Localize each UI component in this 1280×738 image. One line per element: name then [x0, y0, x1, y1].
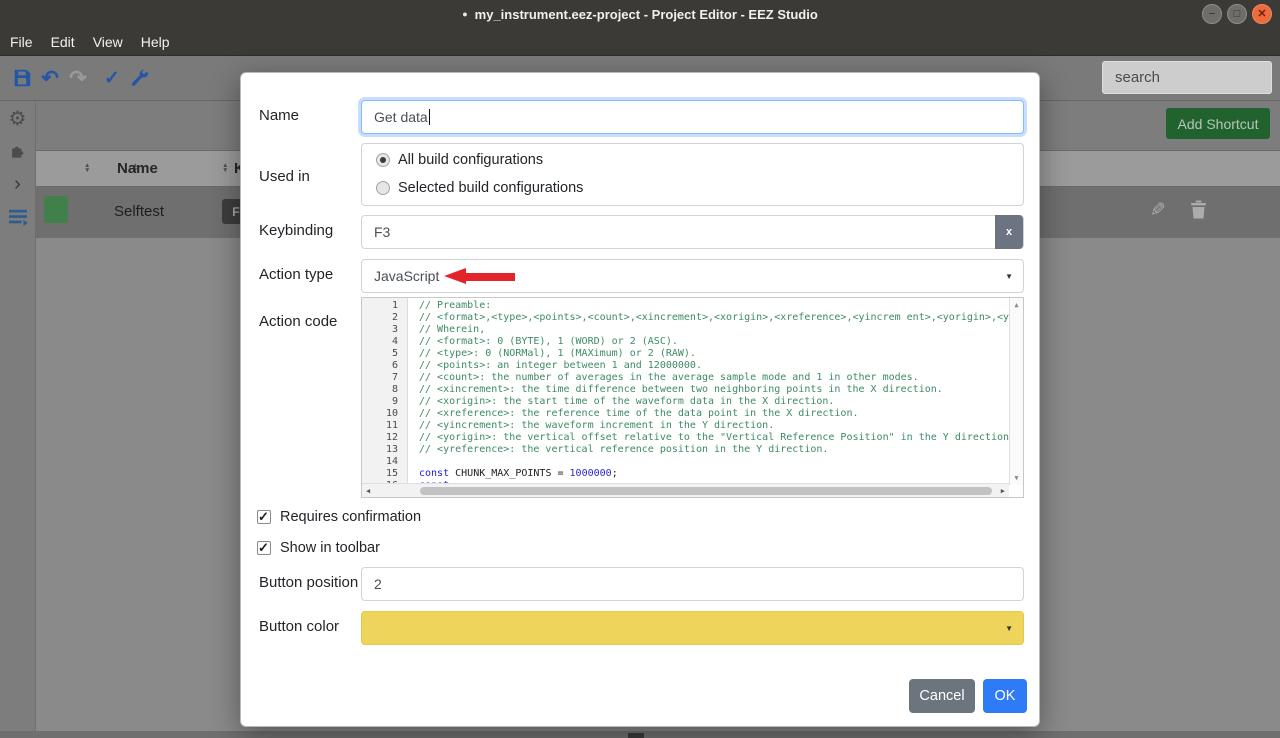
text-cursor [428, 109, 430, 125]
scrollbar-thumb[interactable] [420, 487, 992, 495]
action-code-editor[interactable]: 1234567891011121314151617 // Preamble://… [361, 297, 1024, 498]
left-sidebar: ⚙ › [0, 101, 36, 731]
unsaved-indicator-dot: ● [462, 9, 468, 19]
maximize-button[interactable]: □ [1227, 4, 1247, 24]
checkbox-icon[interactable]: ✓ [257, 509, 271, 524]
clear-keybinding-button[interactable]: x [995, 215, 1023, 249]
radio-label: Selected build configurations [398, 180, 584, 196]
button-position-input[interactable]: 2 [361, 567, 1024, 601]
sort-icon[interactable]: ▲ ▼ [84, 162, 90, 174]
chevron-right-icon[interactable]: › [7, 173, 29, 195]
scroll-up-icon[interactable]: ▲ [1010, 301, 1023, 309]
checkbox-label: Show in toolbar [280, 540, 380, 556]
add-shortcut-button[interactable]: Add Shortcut [1166, 108, 1270, 139]
menu-help[interactable]: Help [141, 34, 170, 50]
scroll-down-icon[interactable]: ▼ [1010, 474, 1023, 482]
search-input[interactable] [1102, 61, 1272, 94]
shortcut-name: Selftest [114, 203, 165, 220]
save-icon[interactable] [8, 64, 36, 92]
action-type-value: JavaScript [374, 268, 440, 284]
minimize-button[interactable]: − [1202, 4, 1222, 24]
window-title: ● my_instrument.eez-project - Project Ed… [462, 7, 818, 22]
trash-icon[interactable] [1190, 200, 1207, 224]
checkbox-label: Requires confirmation [280, 509, 422, 525]
button-position-label: Button position [259, 574, 359, 591]
keybinding-input[interactable]: F3 x [361, 215, 1024, 249]
horizontal-scrollbar[interactable]: ◀ ▶ [362, 483, 1009, 497]
keybinding-label: Keybinding [259, 222, 334, 239]
title-bar: ● my_instrument.eez-project - Project Ed… [0, 0, 1280, 28]
menu-edit[interactable]: Edit [51, 34, 75, 50]
redo-icon[interactable]: ↷ [64, 64, 92, 92]
undo-icon[interactable]: ↶ [36, 64, 64, 92]
action-code-label: Action code [259, 313, 338, 330]
check-icon[interactable]: ✓ [98, 64, 126, 92]
sort-icon[interactable]: ▲ ▼ [222, 162, 228, 174]
gear-icon[interactable]: ⚙ [7, 107, 29, 130]
action-type-label: Action type [259, 266, 334, 283]
radio-selected-build-configurations[interactable]: Selected build configurations [376, 180, 583, 196]
line-number-gutter: 1234567891011121314151617 [362, 298, 408, 497]
close-button[interactable]: ✕ [1252, 4, 1272, 24]
name-input[interactable]: Get data [361, 100, 1024, 134]
scroll-left-icon[interactable]: ◀ [366, 487, 370, 495]
window-controls: − □ ✕ [1202, 4, 1272, 24]
used-in-group: All build configurations Selected build … [361, 143, 1024, 206]
cancel-button[interactable]: Cancel [909, 679, 975, 713]
requires-confirmation-checkbox-row[interactable]: ✓ Requires confirmation [257, 509, 421, 525]
wrench-icon[interactable] [126, 64, 154, 92]
radio-all-build-configurations[interactable]: All build configurations [376, 152, 543, 168]
menu-view[interactable]: View [93, 34, 123, 50]
puzzle-extension-icon[interactable] [7, 140, 29, 162]
button-color-label: Button color [259, 618, 340, 635]
bottom-resize-handle [628, 733, 644, 738]
button-color-select[interactable]: ▼ [361, 611, 1024, 645]
shortcuts-list-icon[interactable] [7, 206, 29, 228]
name-label: Name [259, 107, 300, 124]
show-in-toolbar-checkbox-row[interactable]: ✓ Show in toolbar [257, 540, 380, 556]
menu-file[interactable]: File [10, 34, 33, 50]
shortcut-color-swatch [44, 196, 68, 223]
window-title-text: my_instrument.eez-project - Project Edit… [474, 6, 818, 22]
button-position-value: 2 [374, 576, 382, 592]
vertical-scrollbar[interactable]: ▲ ▼ [1009, 298, 1023, 485]
menu-bar: File Edit View Help [0, 28, 1280, 56]
ok-button[interactable]: OK [983, 679, 1027, 713]
name-value: Get data [374, 109, 428, 125]
keybinding-value: F3 [374, 224, 391, 240]
edit-shortcut-dialog: Name Get data Used in All build configur… [240, 72, 1040, 727]
code-text[interactable]: // Preamble:// <format>,<type>,<points>,… [409, 298, 1009, 485]
checkbox-icon[interactable]: ✓ [257, 540, 271, 555]
scroll-right-icon[interactable]: ▶ [1001, 487, 1005, 495]
radio-icon[interactable] [376, 153, 390, 167]
used-in-label: Used in [259, 168, 310, 185]
annotation-arrow [444, 268, 516, 285]
radio-icon[interactable] [376, 181, 390, 195]
column-header-name[interactable]: Name [117, 160, 158, 177]
edit-pencil-icon[interactable]: ✎ [1150, 199, 1166, 222]
chevron-down-icon: ▼ [1005, 271, 1013, 281]
chevron-down-icon: ▼ [1005, 623, 1013, 633]
radio-label: All build configurations [398, 152, 544, 168]
